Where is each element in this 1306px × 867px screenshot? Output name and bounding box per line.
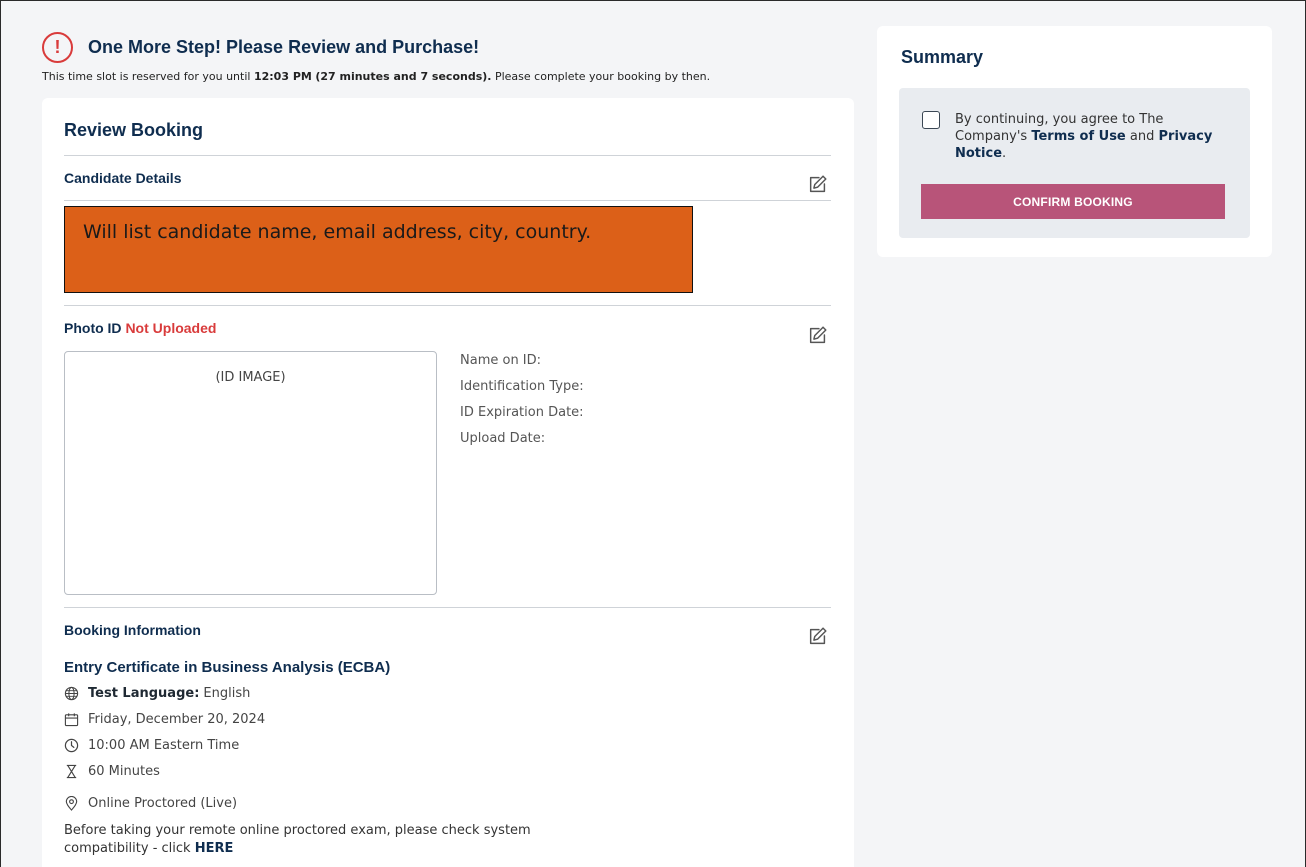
delivery-row: Online Proctored (Live)	[64, 796, 237, 811]
candidate-details-title: Candidate Details	[64, 170, 182, 186]
id-field-type: Identification Type:	[460, 379, 584, 394]
terms-of-use-link[interactable]: Terms of Use	[1031, 129, 1125, 144]
edit-photo-id-icon[interactable]	[807, 324, 829, 346]
id-image-box: (ID IMAGE)	[64, 351, 437, 595]
confirm-booking-button[interactable]: CONFIRM BOOKING	[921, 184, 1225, 219]
reserve-suffix: Please complete your booking by then.	[494, 70, 711, 83]
id-field-name: Name on ID:	[460, 353, 542, 368]
course-title: Entry Certificate in Business Analysis (…	[64, 659, 391, 676]
time-row: 10:00 AM Eastern Time	[64, 738, 239, 753]
compatibility-note: Before taking your remote online proctor…	[64, 822, 604, 858]
alert-icon: !	[42, 32, 73, 63]
photo-id-label: Photo ID	[64, 320, 122, 336]
globe-icon	[64, 686, 79, 701]
date-row: Friday, December 20, 2024	[64, 712, 265, 727]
review-booking-card: Review Booking Candidate Details Will li…	[42, 98, 854, 867]
booking-info-title: Booking Information	[64, 622, 201, 638]
delivery-method: Online Proctored (Live)	[88, 796, 238, 811]
candidate-placeholder-text: Will list candidate name, email address,…	[83, 221, 592, 243]
agree-text: By continuing, you agree to The Company'…	[955, 111, 1215, 162]
hourglass-icon	[66, 764, 77, 779]
reservation-notice: This time slot is reserved for you until…	[42, 70, 710, 83]
exam-time: 10:00 AM Eastern Time	[88, 738, 240, 753]
divider	[64, 607, 831, 608]
location-icon	[65, 796, 78, 811]
reserve-time: 12:03 PM	[253, 70, 312, 83]
summary-panel: By continuing, you agree to The Company'…	[899, 88, 1250, 238]
clock-icon	[64, 738, 79, 753]
review-booking-title: Review Booking	[64, 120, 204, 140]
test-language-value: English	[203, 686, 251, 701]
id-field-upload-date: Upload Date:	[460, 431, 546, 446]
agree-and: and	[1129, 129, 1155, 144]
reserve-prefix: This time slot is reserved for you until	[42, 70, 251, 83]
summary-card: Summary By continuing, you agree to The …	[877, 26, 1272, 257]
summary-title: Summary	[901, 47, 984, 67]
exam-duration: 60 Minutes	[88, 764, 160, 779]
reserve-countdown: (27 minutes and 7 seconds).	[315, 70, 492, 83]
candidate-placeholder-box: Will list candidate name, email address,…	[64, 206, 693, 293]
alert-header: ! One More Step! Please Review and Purch…	[42, 32, 479, 63]
compatibility-note-text: Before taking your remote online proctor…	[64, 823, 531, 856]
edit-booking-icon[interactable]	[807, 625, 829, 647]
page-title: One More Step! Please Review and Purchas…	[88, 37, 480, 57]
id-fields: Name on ID: Identification Type: ID Expi…	[460, 353, 584, 457]
test-language-row: Test Language: English	[64, 686, 250, 701]
id-image-label: (ID IMAGE)	[215, 370, 286, 385]
divider	[64, 200, 831, 201]
compatibility-check-link[interactable]: HERE	[195, 841, 234, 856]
photo-id-title: Photo ID Not Uploaded	[64, 320, 216, 336]
agree-checkbox[interactable]	[922, 111, 940, 129]
id-field-expiration: ID Expiration Date:	[460, 405, 584, 420]
edit-candidate-icon[interactable]	[807, 173, 829, 195]
test-language-label: Test Language:	[88, 686, 200, 701]
duration-row: 60 Minutes	[64, 764, 160, 779]
photo-id-status: Not Uploaded	[125, 320, 217, 336]
calendar-icon	[64, 713, 79, 727]
divider	[64, 305, 831, 306]
agree-period: .	[1002, 146, 1007, 161]
exam-date: Friday, December 20, 2024	[88, 712, 266, 727]
divider	[64, 155, 831, 156]
